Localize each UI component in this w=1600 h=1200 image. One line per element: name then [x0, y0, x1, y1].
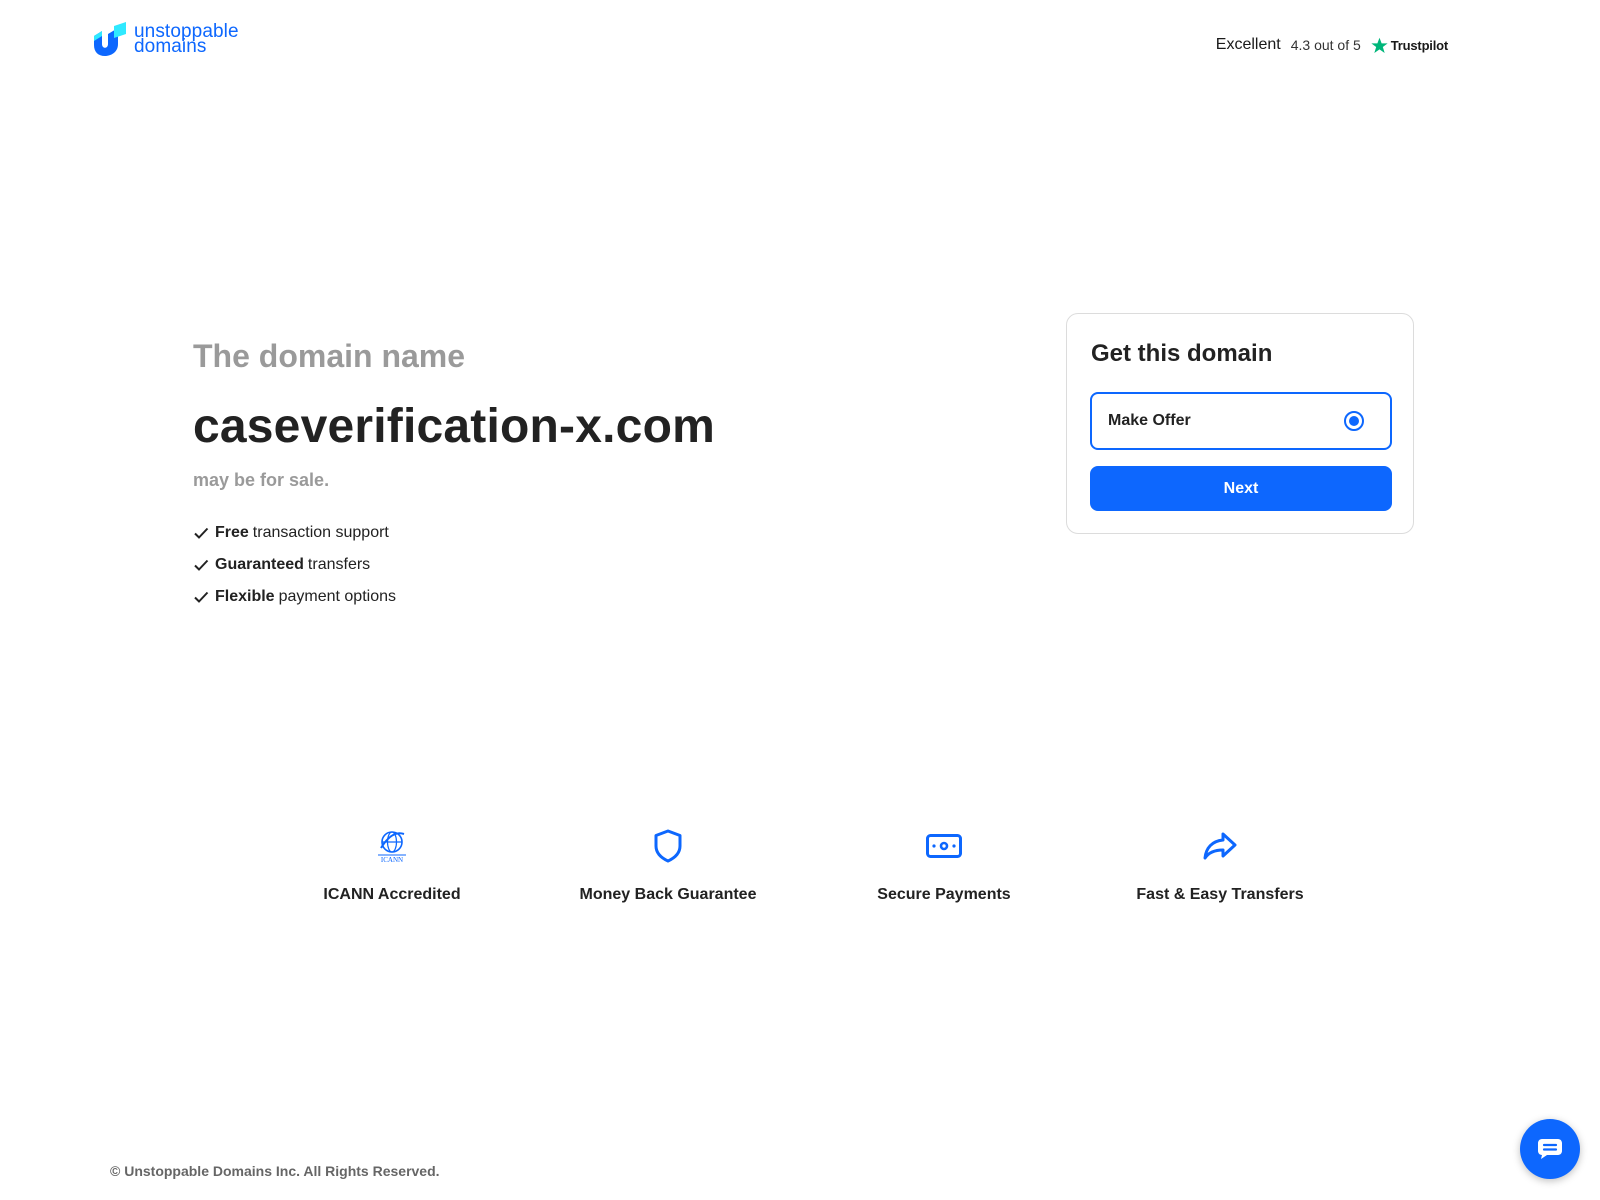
hero-intro: The domain name [193, 338, 466, 374]
hero-section: The domain name caseverification-x.com m… [193, 338, 715, 613]
badge-label: Money Back Guarantee [579, 886, 757, 903]
trustpilot-brand-label: Trustpilot [1390, 37, 1448, 53]
payment-icon [926, 834, 962, 858]
svg-text:ICANN: ICANN [381, 856, 403, 864]
domain-name: caseverification-x.com [193, 400, 715, 453]
unstoppable-domains-logo-icon [94, 22, 126, 56]
badge-label: Secure Payments [877, 886, 1011, 903]
badge-label: Fast & Easy Transfers [1136, 886, 1304, 903]
brand-logo[interactable]: unstoppable domains [92, 22, 239, 56]
hero-subtitle: may be for sale. [193, 470, 330, 490]
feature-item: Free transaction support [193, 517, 715, 549]
icann-icon: ICANN [378, 831, 406, 864]
trustpilot-brand: Trustpilot [1371, 37, 1448, 54]
share-arrow-icon [1203, 832, 1237, 860]
page: unstoppable domains Excellent 4.3 out of… [0, 0, 1600, 1200]
badge-label: ICANN Accredited [323, 886, 461, 903]
feature-text: payment options [278, 588, 396, 605]
feature-text: transfers [307, 556, 371, 573]
feature-bold: Free [215, 524, 249, 541]
radio-selected-dot [1349, 416, 1359, 426]
footer-copyright: © Unstoppable Domains Inc. All Rights Re… [110, 1163, 440, 1179]
make-offer-label: Make Offer [1108, 412, 1191, 429]
get-domain-card: Get this domain Make Offer Next [1066, 313, 1414, 534]
brand-line2: domains [134, 36, 207, 57]
chat-icon [1538, 1139, 1562, 1159]
checkmark-icon [194, 559, 209, 571]
card-title: Get this domain [1091, 340, 1273, 367]
feature-list: Free transaction support Guaranteed transf… [193, 517, 715, 613]
make-offer-option[interactable]: Make Offer [1090, 392, 1392, 450]
checkmark-icon [194, 591, 209, 603]
feature-text: transaction support [252, 524, 389, 541]
badge-money-back: Money Back Guarantee [538, 828, 798, 904]
feature-bold: Flexible [215, 588, 275, 605]
next-button[interactable]: Next [1090, 466, 1392, 511]
trustpilot-rating-word: Excellent [1215, 36, 1281, 53]
shield-icon [654, 829, 682, 863]
star-icon [1371, 37, 1388, 53]
feature-item: Guaranteed transfers [193, 549, 715, 581]
feature-item: Flexible payment options [193, 581, 715, 613]
badge-secure-payments: Secure Payments [814, 828, 1074, 904]
badge-icann: ICANN ICANN Accredited [262, 828, 522, 904]
trustpilot-widget[interactable]: Excellent 4.3 out of 5 Trustpilot [1216, 36, 1448, 54]
badge-fast-transfers: Fast & Easy Transfers [1090, 828, 1350, 904]
trustpilot-score: 4.3 out of 5 [1290, 37, 1361, 53]
feature-bold: Guaranteed [215, 556, 304, 573]
chat-button[interactable] [1520, 1119, 1580, 1179]
make-offer-radio[interactable] [1344, 411, 1364, 431]
checkmark-icon [194, 527, 209, 539]
